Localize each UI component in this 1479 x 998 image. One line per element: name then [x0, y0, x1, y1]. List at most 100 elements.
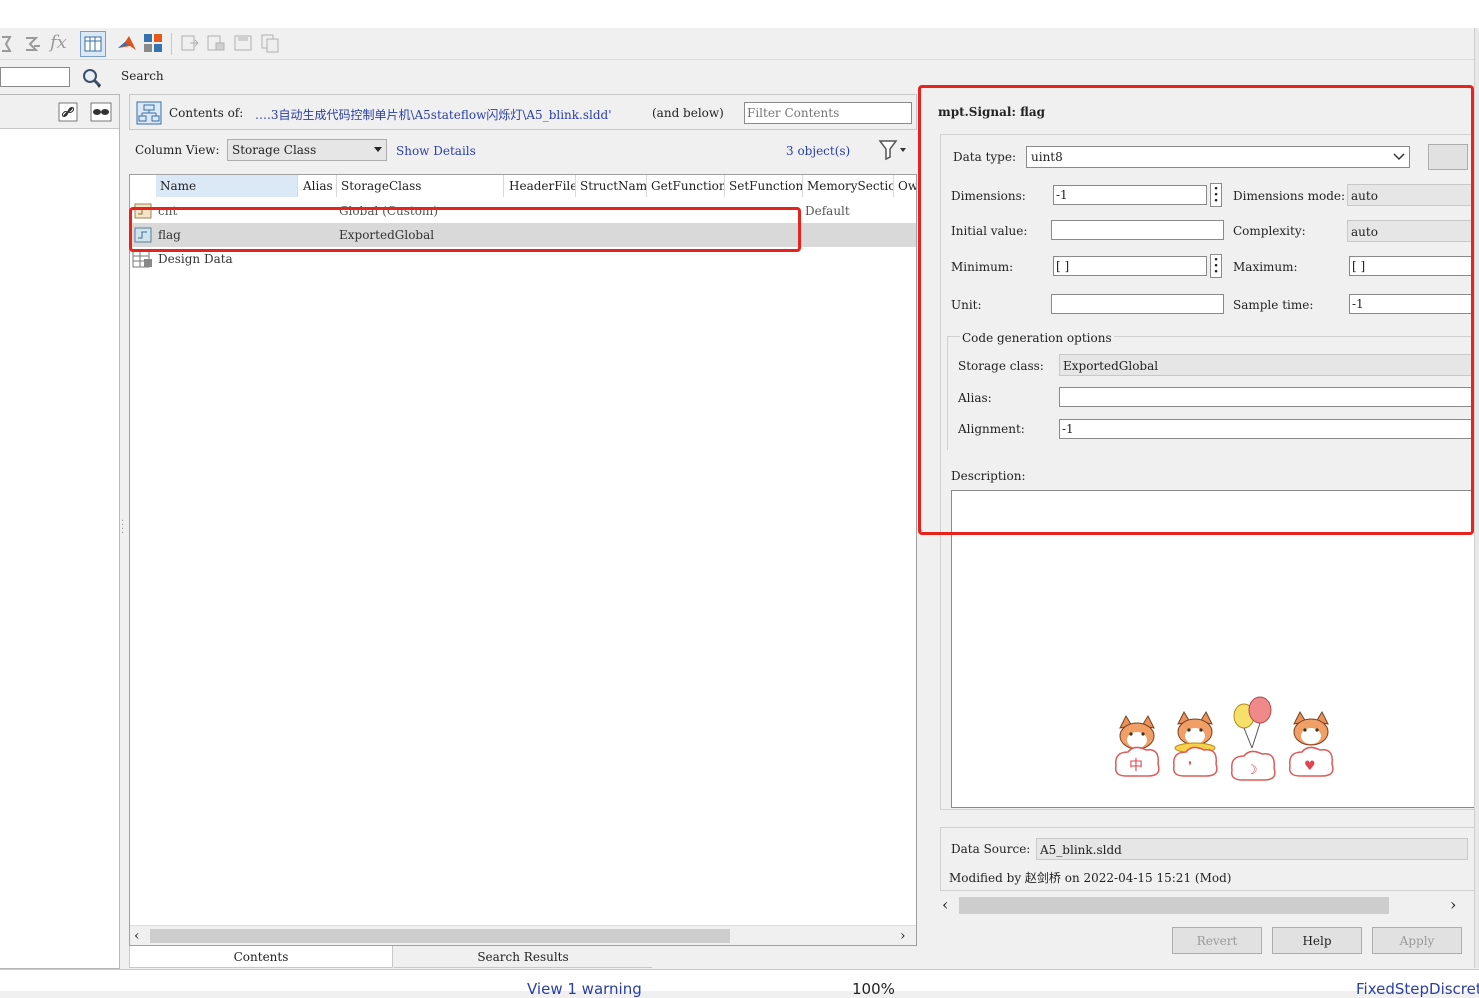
save-icon[interactable] [233, 33, 253, 53]
corgi-sticker-image: 中 ❜ ☽ ♥ [1112, 696, 1344, 788]
signal-icon [134, 203, 152, 219]
codegen-group: Code generation options Storage class: E… [947, 331, 1479, 450]
contents-panel: Contents of: ….3自动生成代码控制单片机\A5stateflow闪… [129, 94, 917, 946]
alias-label: Alias: [958, 391, 992, 405]
column-view-icon[interactable] [80, 31, 106, 57]
signal-icon [134, 227, 152, 243]
column-header-storageclass[interactable]: StorageClass [337, 175, 504, 197]
column-header-setfunction[interactable]: SetFunction [725, 175, 803, 197]
layout-icon[interactable] [142, 32, 164, 54]
unit-field[interactable] [1051, 294, 1224, 314]
sample-time-value: -1 [1352, 297, 1364, 311]
column-header-alias[interactable]: Alias [299, 175, 337, 197]
table-row[interactable]: Design Data [130, 247, 916, 271]
status-zoom: 100% [852, 980, 895, 998]
export-icon[interactable] [180, 33, 200, 53]
data-source-value: A5_blink.sldd [1040, 843, 1122, 857]
description-textarea[interactable]: 中 ❜ ☽ ♥ [951, 490, 1477, 808]
storage-class-field[interactable]: ExportedGlobal [1059, 354, 1479, 376]
initial-value-field[interactable] [1051, 220, 1224, 240]
horizontal-scrollbar[interactable]: ‹ › [130, 925, 916, 945]
alignment-value: -1 [1062, 422, 1074, 436]
row-name: Design Data [158, 252, 233, 266]
complexity-value: auto [1351, 225, 1378, 239]
contents-prefix: Contents of: [169, 106, 244, 120]
table-row-selected[interactable]: flag ExportedGlobal [130, 223, 916, 247]
help-button[interactable]: Help [1272, 927, 1362, 954]
tab-search-results[interactable]: Search Results [394, 946, 652, 968]
sticker-glyph-0: 中 [1129, 758, 1143, 774]
column-view-label: Column View: [135, 143, 220, 157]
minimum-field[interactable]: [ ] [1053, 256, 1207, 276]
column-header-getfunction[interactable]: GetFunction [647, 175, 725, 197]
dimensions-field[interactable]: -1 [1053, 185, 1207, 205]
row-storage-class: ExportedGlobal [339, 228, 435, 242]
scroll-right-icon[interactable]: › [900, 928, 906, 944]
link-icon[interactable] [58, 102, 78, 122]
column-header-name[interactable]: Name [156, 175, 298, 197]
dimensions-mode-field[interactable]: auto [1347, 184, 1477, 206]
column-header-memorysection[interactable]: MemorySection [803, 175, 894, 197]
alignment-label: Alignment: [958, 422, 1025, 436]
column-header-headerfile[interactable]: HeaderFile [505, 175, 576, 197]
minimum-label: Minimum: [951, 260, 1014, 274]
search-icon[interactable] [80, 66, 104, 90]
search-input[interactable] [0, 67, 70, 87]
column-header-owner[interactable]: Owner [894, 175, 916, 197]
row-storage-class: Global (Custom) [339, 204, 438, 218]
property-title: mpt.Signal: flag [938, 105, 1045, 119]
scrollbar-thumb[interactable] [150, 929, 730, 943]
dimensions-more-button[interactable]: · · · [1210, 182, 1222, 208]
table-row[interactable]: cnt Global (Custom) Default [130, 199, 916, 223]
scroll-right-icon[interactable]: › [1450, 895, 1456, 914]
revert-button[interactable]: Revert [1172, 927, 1262, 954]
dimensions-value: -1 [1056, 188, 1068, 202]
minimum-more-button[interactable]: · · · [1210, 253, 1222, 279]
search-label[interactable]: Search [121, 69, 164, 83]
column-header-structname[interactable]: StructName [576, 175, 647, 197]
splitter-grip[interactable]: · · · · [121, 517, 124, 539]
property-horizontal-scrollbar[interactable]: ‹ › [940, 895, 1468, 915]
copy-icon[interactable] [260, 33, 280, 53]
scroll-left-icon[interactable]: ‹ [942, 895, 948, 914]
step-icon[interactable] [0, 34, 14, 54]
signal-properties-group: Data type: uint8 Dimensions: -1 · · · Dime… [940, 134, 1479, 810]
column-view-select[interactable]: Storage Class [227, 139, 387, 161]
scrollbar-thumb[interactable] [959, 897, 1389, 914]
scroll-left-icon[interactable]: ‹ [134, 928, 140, 944]
show-details-link[interactable]: Show Details [396, 144, 476, 158]
status-solver-link[interactable]: FixedStepDiscrete [1356, 980, 1479, 998]
vertical-scrollbar[interactable] [1474, 28, 1479, 968]
import-icon[interactable] [206, 33, 226, 53]
function-icon[interactable] [22, 34, 42, 54]
contents-path-link[interactable]: ….3自动生成代码控制单片机\A5stateflow闪烁灯\A5_blink.s… [255, 106, 612, 123]
row-name: cnt [158, 204, 178, 218]
splitter-grip[interactable]: · · [920, 527, 923, 541]
data-type-assistant-button[interactable] [1428, 144, 1468, 170]
data-type-select[interactable]: uint8 [1026, 146, 1410, 168]
alias-field[interactable] [1059, 387, 1479, 407]
description-label: Description: [951, 469, 1026, 483]
tab-contents[interactable]: Contents [129, 946, 393, 968]
complexity-field[interactable]: auto [1347, 220, 1477, 242]
maximum-label: Maximum: [1233, 260, 1298, 274]
fx-icon[interactable]: fx [50, 32, 67, 53]
apply-button[interactable]: Apply [1372, 927, 1462, 954]
row-memory-section: Default [805, 204, 850, 218]
initial-value-label: Initial value: [951, 224, 1028, 238]
matlab-icon[interactable] [116, 32, 138, 54]
status-cover [0, 970, 1479, 991]
filter-icon[interactable] [878, 138, 908, 162]
alignment-field[interactable]: -1 [1059, 419, 1479, 439]
status-bar: View 1 warning 100% FixedStepDiscrete [0, 969, 1479, 998]
property-dialog: mpt.Signal: flag Data type: uint8 Dimens… [928, 94, 1479, 962]
sample-time-field[interactable]: -1 [1349, 294, 1477, 314]
maximum-field[interactable]: [ ] [1349, 256, 1477, 276]
mask-icon[interactable] [90, 102, 112, 122]
sticker-glyph-2: ☽ [1246, 763, 1258, 778]
data-type-label: Data type: [953, 150, 1016, 164]
codegen-label: Code generation options [960, 331, 1114, 345]
status-warning-link[interactable]: View 1 warning [527, 980, 642, 998]
filter-contents-input[interactable] [744, 102, 912, 124]
object-count: 3 object(s) [786, 144, 851, 158]
